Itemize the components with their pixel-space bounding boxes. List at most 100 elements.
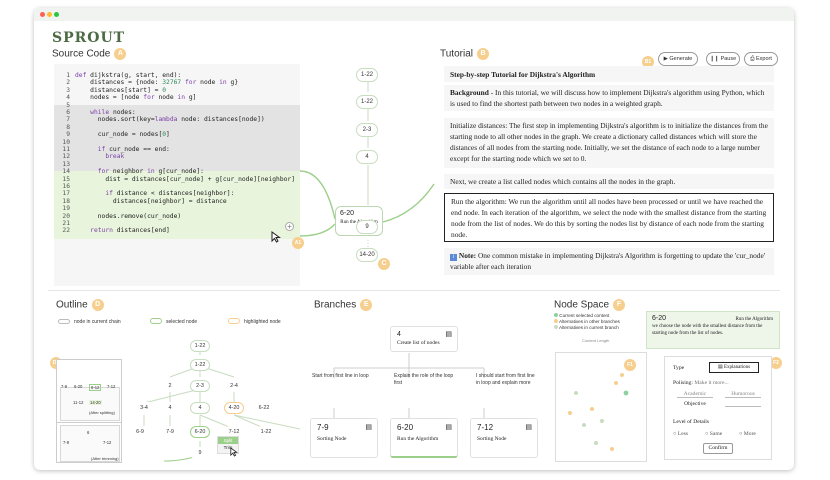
level-more-label: More	[743, 431, 756, 437]
minimize-window-icon[interactable]	[47, 12, 52, 17]
polish-label: Polising: Make it more...	[673, 380, 729, 386]
mini-after-trim: (After trimming)	[91, 456, 119, 461]
maximize-window-icon[interactable]	[54, 12, 59, 17]
code-line[interactable]: 10	[54, 139, 300, 146]
chain-node-2[interactable]: 1-22	[356, 95, 378, 109]
nodespace-legend: Current selected content Alternatives in…	[554, 313, 620, 331]
polish-label-text: Polising:	[673, 380, 693, 386]
chain-selected-range: 6-20	[340, 210, 355, 217]
branch-card-0[interactable]: 7-9 Sorting Node ▤	[310, 418, 378, 458]
branch-option-1[interactable]: Explain the role of the loop first	[394, 373, 454, 386]
outline-node-r2c[interactable]: 2-4	[224, 380, 244, 392]
badge-b: B	[476, 48, 489, 60]
level-less[interactable]: ○ Less	[673, 431, 688, 437]
code-line[interactable]: 8	[54, 124, 300, 131]
outline-node-r5[interactable]: 9	[190, 447, 210, 459]
outline-node-r4e[interactable]: 1-22	[256, 426, 276, 438]
outline-node-r4a[interactable]: 6-9	[130, 426, 150, 438]
code-line[interactable]: 7 nodes.sort(key=lambda node: distances[…	[54, 116, 300, 123]
code-line[interactable]: 15 dist = distances[cur_node] + g[cur_no…	[54, 176, 300, 183]
tutorial-paragraph-1[interactable]: Initialize distances: The first step in …	[444, 118, 774, 168]
code-line[interactable]: 19	[54, 205, 300, 212]
code-line[interactable]: 16	[54, 183, 300, 190]
legend-branch: Alternatives in current branch	[554, 325, 620, 331]
code-line[interactable]: 14 for neighbor in g[cur_node]:	[54, 168, 300, 175]
branch-card-2[interactable]: 7-12 Sorting Node ▤	[470, 418, 538, 458]
outline-node-r4b[interactable]: 7-9	[160, 426, 180, 438]
outline-node-top2[interactable]: 1-22	[190, 359, 210, 371]
outline-node-r2b[interactable]: 2-3	[190, 380, 210, 392]
academic-option[interactable]: Academic	[677, 391, 713, 398]
line-code: cur_node = nodes[0]	[97, 131, 170, 139]
outline-node-r3d-highlighted[interactable]: 4-20	[224, 402, 244, 414]
branch-card-2-range: 7-12	[477, 423, 494, 432]
code-line[interactable]: 18 distances[neighbor] = distance	[54, 198, 300, 205]
line-code: nodes.remove(cur_node)	[97, 212, 182, 220]
nodespace-card[interactable]: 6-20 Run the Algorithm we choose the nod…	[646, 311, 780, 349]
badge-e: E	[360, 299, 373, 311]
tutorial-paragraph-3-selected[interactable]: Run the algorithm: We run the algorithm …	[444, 193, 774, 242]
badge-a: A	[114, 48, 127, 60]
outline-node-top1[interactable]: 1-22	[190, 340, 210, 352]
close-window-icon[interactable]	[40, 12, 45, 17]
confirm-button[interactable]: Confirm	[703, 443, 733, 454]
generate-button[interactable]: ▶ Generate	[658, 52, 698, 66]
export-button[interactable]: ⎙ Export	[744, 52, 778, 66]
level-same[interactable]: ○ Same	[705, 431, 722, 437]
code-line[interactable]: 3 distances[start] = 0	[54, 87, 300, 94]
branch-option-2[interactable]: I should start from first line in loop a…	[476, 373, 538, 386]
chain-node-3[interactable]: 2-3	[356, 123, 378, 137]
branch-card-0-range: 7-9	[317, 423, 329, 432]
code-line[interactable]: 1 def dijkstra(g, start, end):	[54, 72, 300, 79]
code-line[interactable]: 4 nodes = [node for node in g]	[54, 94, 300, 101]
code-line[interactable]: 13	[54, 161, 300, 168]
code-line[interactable]: 6 while nodes:	[54, 109, 300, 116]
chain-node-1[interactable]: 1-22	[356, 68, 378, 82]
code-line[interactable]: 20 nodes.remove(cur_node)	[54, 213, 300, 220]
code-line[interactable]: 17 if distance < distances[neighbor]:	[54, 190, 300, 197]
chain-node-5[interactable]: 9	[356, 220, 378, 234]
type-select[interactable]: ▤ Explanations	[709, 362, 759, 373]
pause-label: Pause	[720, 56, 737, 62]
code-line[interactable]: 22 return distances[end]	[54, 227, 300, 234]
add-node-icon[interactable]: +	[285, 222, 294, 231]
line-number: 16	[62, 183, 70, 190]
code-line[interactable]: 11 if cur_node == end:	[54, 146, 300, 153]
line-code: for neighbor in g[cur_node]:	[97, 168, 204, 176]
pause-button[interactable]: ❙❙ Pause	[706, 52, 740, 66]
branch-root-card[interactable]: 4 Create list of nodes ▤	[390, 326, 458, 352]
outline-node-r3c[interactable]: 4	[190, 402, 210, 414]
tutorial-paragraph-2[interactable]: Next, we create a list called nodes whic…	[444, 174, 774, 189]
line-number: 4	[66, 94, 70, 102]
line-code: distances[start] = 0	[90, 86, 167, 94]
branch-card-1-selected[interactable]: 6-20 Run the Algorithm ▤	[390, 418, 458, 458]
line-code: dist = distances[cur_node] + g[cur_node]…	[105, 175, 295, 183]
title-bar	[34, 8, 794, 21]
line-code: def dijkstra(g, start, end):	[75, 72, 182, 79]
line-code: distances[neighbor] = distance	[112, 197, 227, 205]
outline-node-r2a[interactable]: 2	[160, 380, 180, 392]
outline-node-r3b[interactable]: 4	[160, 402, 180, 414]
legend-selected-swatch	[150, 318, 162, 324]
menu-split[interactable]: Split	[218, 437, 238, 444]
outline-node-r4c-selected[interactable]: 6-20	[190, 426, 210, 438]
code-line[interactable]: 9 cur_node = nodes[0]	[54, 131, 300, 138]
code-line[interactable]: 5	[54, 102, 300, 109]
code-line[interactable]: 21	[54, 220, 300, 227]
branch-card-1-range: 6-20	[397, 423, 414, 432]
level-more[interactable]: ○ More	[739, 431, 756, 437]
chain-node-4[interactable]: 4	[356, 150, 378, 164]
humorous-option[interactable]: Humorous	[725, 391, 761, 398]
outline-node-r3a[interactable]: 3-4	[134, 402, 154, 414]
line-number: 17	[62, 190, 70, 198]
branch-option-0[interactable]: Start from first line in loop	[312, 373, 372, 380]
chain-node-6[interactable]: 14-20	[356, 248, 378, 262]
line-number: 5	[66, 101, 70, 109]
line-number: 8	[66, 123, 70, 131]
objective-option[interactable]: Objective	[677, 401, 713, 407]
code-line[interactable]: 12 break	[54, 153, 300, 160]
line-code: distances = {node: 32767 for node in g}	[90, 79, 239, 87]
code-line[interactable]: 2 distances = {node: 32767 for node in g…	[54, 79, 300, 86]
outline-node-r3e[interactable]: 6-22	[254, 402, 274, 414]
polish-slider[interactable]	[725, 401, 761, 407]
